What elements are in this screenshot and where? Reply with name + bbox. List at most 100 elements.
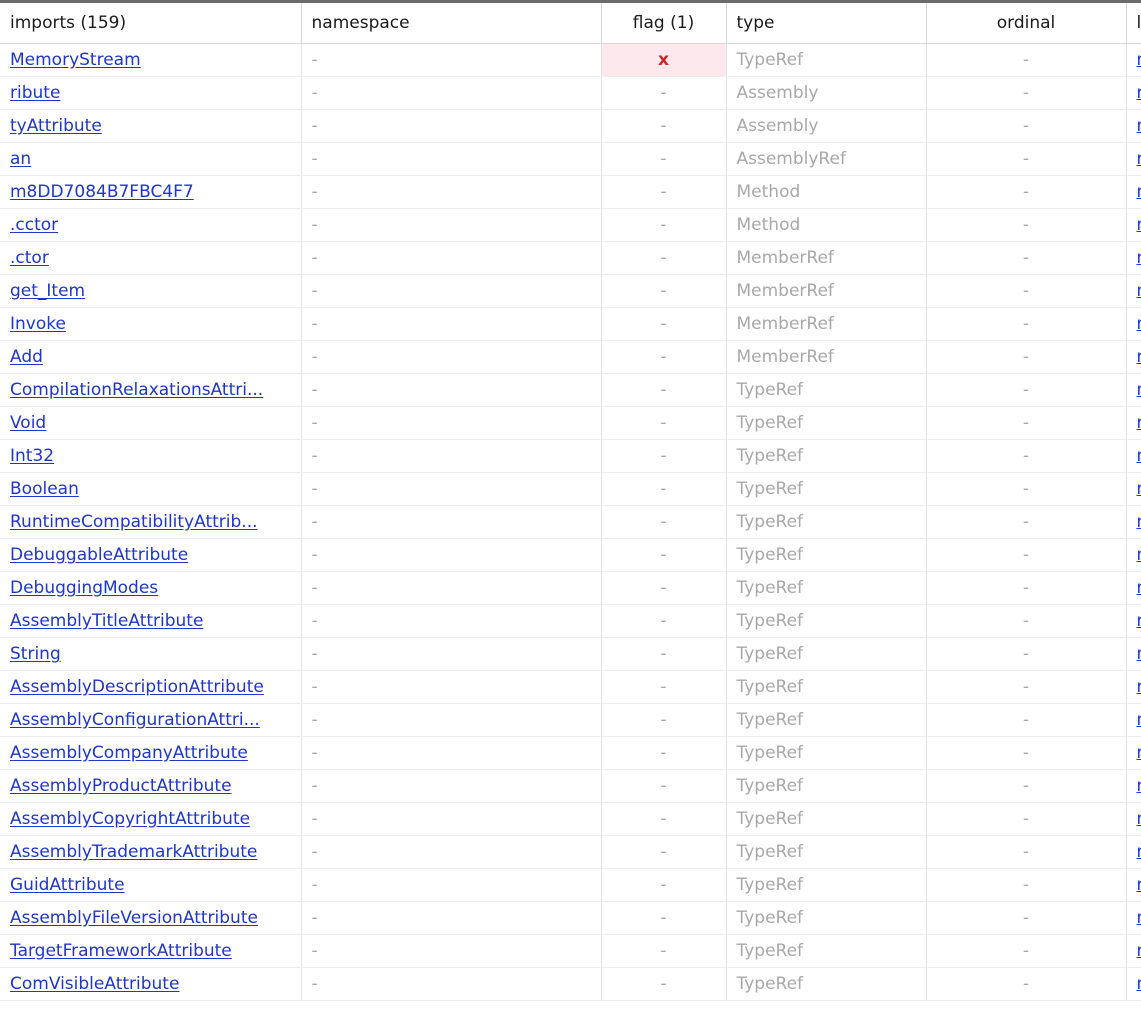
import-name-link[interactable]: AssemblyConfigurationAttri... [10, 710, 260, 730]
import-name-link[interactable]: ribute [10, 83, 60, 103]
library-link[interactable]: n [1137, 743, 1141, 763]
library-link[interactable]: n [1137, 578, 1141, 598]
table-row[interactable]: String--TypeRef-n [0, 637, 1141, 671]
library-link[interactable]: n [1137, 50, 1141, 70]
column-header-library[interactable]: l [1126, 3, 1141, 44]
library-link[interactable]: n [1137, 677, 1141, 697]
import-name-link[interactable]: .ctor [10, 248, 49, 268]
library-link[interactable]: n [1137, 941, 1141, 961]
import-name-link[interactable]: AssemblyFileVersionAttribute [10, 908, 258, 928]
table-row[interactable]: get_Item--MemberRef-n [0, 274, 1141, 308]
table-row[interactable]: AssemblyProductAttribute--TypeRef-n [0, 769, 1141, 803]
table-row[interactable]: Int32--TypeRef-n [0, 439, 1141, 473]
library-link[interactable]: n [1137, 314, 1141, 334]
library-link[interactable]: n [1137, 215, 1141, 235]
import-name-link[interactable]: RuntimeCompatibilityAttrib... [10, 512, 258, 532]
table-row[interactable]: AssemblyTitleAttribute--TypeRef-n [0, 604, 1141, 638]
import-name-link[interactable]: String [10, 644, 61, 664]
table-row[interactable]: AssemblyCompanyAttribute--TypeRef-n [0, 736, 1141, 770]
import-name-link[interactable]: get_Item [10, 281, 85, 301]
library-link[interactable]: n [1137, 974, 1141, 994]
library-link[interactable]: n [1137, 479, 1141, 499]
table-row[interactable]: CompilationRelaxationsAttri... - - TypeRef -… [0, 373, 1141, 407]
import-name-link[interactable]: Int32 [10, 446, 54, 466]
library-link[interactable]: n [1137, 875, 1141, 895]
library-link[interactable]: n [1137, 809, 1141, 829]
import-name-link[interactable]: an [10, 149, 31, 169]
library-link[interactable]: n [1137, 611, 1141, 631]
type-cell: MemberRef [726, 340, 927, 374]
import-name-link[interactable]: GuidAttribute [10, 875, 125, 895]
import-name-link[interactable]: DebuggableAttribute [10, 545, 188, 565]
library-link[interactable]: n [1137, 149, 1141, 169]
library-link[interactable]: n [1137, 347, 1141, 367]
table-row[interactable]: an--AssemblyRef-n [0, 142, 1141, 176]
library-link[interactable]: n [1137, 248, 1141, 268]
import-name-link[interactable]: AssemblyDescriptionAttribute [10, 677, 264, 697]
table-row[interactable]: RuntimeCompatibilityAttrib...--TypeRef-n [0, 505, 1141, 539]
table-row[interactable]: TargetFrameworkAttribute--TypeRef-n [0, 934, 1141, 968]
column-header-imports[interactable]: imports (159) [0, 3, 302, 44]
library-link[interactable]: n [1137, 116, 1141, 136]
table-row[interactable]: AssemblyFileVersionAttribute--TypeRef-n [0, 901, 1141, 935]
library-link[interactable]: n [1137, 644, 1141, 664]
library-link[interactable]: n [1137, 710, 1141, 730]
import-name-link[interactable]: Void [10, 413, 46, 433]
table-row[interactable]: ribute--Assembly-n [0, 76, 1141, 110]
import-name-cell: CompilationRelaxationsAttri... [0, 373, 302, 407]
import-name-link[interactable]: AssemblyCopyrightAttribute [10, 809, 250, 829]
table-row[interactable]: Boolean--TypeRef-n [0, 472, 1141, 506]
library-link[interactable]: n [1137, 545, 1141, 565]
import-name-link[interactable]: AssemblyCompanyAttribute [10, 743, 248, 763]
table-row[interactable]: Invoke--MemberRef-n [0, 307, 1141, 341]
import-name-link[interactable]: AssemblyTitleAttribute [10, 611, 203, 631]
table-row[interactable]: AssemblyConfigurationAttri...--TypeRef-n [0, 703, 1141, 737]
library-link[interactable]: n [1137, 413, 1141, 433]
import-name-cell: AssemblyProductAttribute [0, 769, 302, 803]
table-row[interactable]: Add--MemberRef-n [0, 340, 1141, 374]
import-name-cell: AssemblyConfigurationAttri... [0, 703, 302, 737]
table-row[interactable]: AssemblyTrademarkAttribute--TypeRef-n [0, 835, 1141, 869]
import-name-cell: Add [0, 340, 302, 374]
table-row[interactable]: m8DD7084B7FBC4F7--Method-n [0, 175, 1141, 209]
import-name-link[interactable]: CompilationRelaxationsAttri... [10, 380, 263, 400]
table-row[interactable]: tyAttribute--Assembly-n [0, 109, 1141, 143]
column-header-flag[interactable]: flag (1) [601, 3, 727, 44]
table-row[interactable]: ComVisibleAttribute--TypeRef-n [0, 967, 1141, 1001]
library-link[interactable]: n [1137, 182, 1141, 202]
table-row[interactable]: AssemblyDescriptionAttribute--TypeRef-n [0, 670, 1141, 704]
import-name-link[interactable]: ComVisibleAttribute [10, 974, 179, 994]
table-row[interactable]: DebuggingModes--TypeRef-n [0, 571, 1141, 605]
import-name-cell: an [0, 142, 302, 176]
column-header-namespace[interactable]: namespace [301, 3, 602, 44]
library-link[interactable]: n [1137, 842, 1141, 862]
import-name-link[interactable]: Boolean [10, 479, 79, 499]
table-row[interactable]: DebuggableAttribute--TypeRef-n [0, 538, 1141, 572]
table-row[interactable]: Void--TypeRef-n [0, 406, 1141, 440]
library-link[interactable]: n [1137, 776, 1141, 796]
library-link[interactable]: n [1137, 446, 1141, 466]
namespace-cell: - [301, 604, 602, 638]
import-name-link[interactable]: MemoryStream [10, 50, 141, 70]
table-row[interactable]: GuidAttribute--TypeRef-n [0, 868, 1141, 902]
column-header-ordinal[interactable]: ordinal [926, 3, 1127, 44]
library-link[interactable]: n [1137, 512, 1141, 532]
import-name-link[interactable]: Add [10, 347, 43, 367]
table-row[interactable]: AssemblyCopyrightAttribute--TypeRef-n [0, 802, 1141, 836]
library-link[interactable]: n [1137, 380, 1141, 400]
import-name-link[interactable]: Invoke [10, 314, 66, 334]
library-link[interactable]: n [1137, 281, 1141, 301]
import-name-link[interactable]: AssemblyProductAttribute [10, 776, 232, 796]
library-link[interactable]: n [1137, 83, 1141, 103]
import-name-link[interactable]: AssemblyTrademarkAttribute [10, 842, 257, 862]
table-row[interactable]: .ctor--MemberRef-n [0, 241, 1141, 275]
import-name-link[interactable]: .cctor [10, 215, 58, 235]
table-row[interactable]: MemoryStream-xTypeRef-n [0, 43, 1141, 77]
import-name-link[interactable]: m8DD7084B7FBC4F7 [10, 182, 194, 202]
import-name-link[interactable]: TargetFrameworkAttribute [10, 941, 232, 961]
library-link[interactable]: n [1137, 908, 1141, 928]
import-name-link[interactable]: DebuggingModes [10, 578, 158, 598]
column-header-type[interactable]: type [726, 3, 927, 44]
import-name-link[interactable]: tyAttribute [10, 116, 102, 136]
table-row[interactable]: .cctor--Method-n [0, 208, 1141, 242]
